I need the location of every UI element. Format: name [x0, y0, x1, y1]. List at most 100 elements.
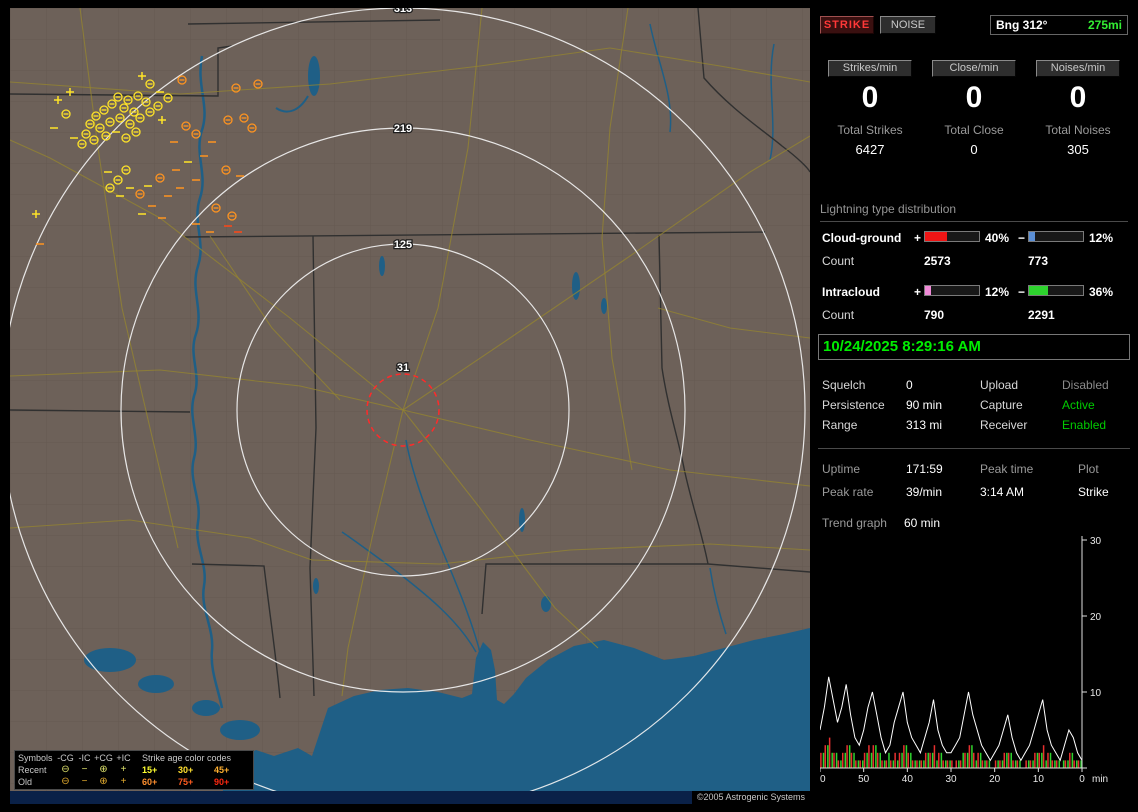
noises-rate-column: Noises/min 0 Total Noises 305: [1026, 60, 1130, 157]
neg-ic-recent-icon: −: [81, 764, 88, 775]
total-noises-value: 305: [1067, 142, 1089, 157]
capture-status: Active: [1062, 398, 1095, 412]
intracloud-row: Intracloud + 12% − 36%: [822, 284, 1128, 300]
peak-rate-label: Peak rate: [822, 485, 874, 499]
status-panel: STRIKE NOISE Bng 312° 275mi Strikes/min …: [818, 8, 1130, 804]
bar-fill: [1029, 286, 1049, 295]
cloud-ground-negative-pct: 12%: [1089, 231, 1114, 245]
trend-graph-row: Trend graph 60 min: [822, 516, 1128, 532]
svg-text:30: 30: [1090, 536, 1102, 547]
persistence-value: 90 min: [906, 398, 943, 412]
peak-time-value: 3:14 AM: [980, 485, 1025, 499]
close-per-min-button[interactable]: Close/min: [932, 60, 1016, 77]
bar-fill: [1029, 232, 1036, 241]
legend-col-neg-ic: -IC: [78, 753, 91, 763]
cloud-ground-label: Cloud-ground: [822, 231, 902, 245]
cloud-ground-negative-bar: [1028, 231, 1084, 242]
range-ring-label: 125: [394, 239, 412, 251]
neg-ic-old-icon: −: [81, 776, 88, 787]
peak-rate-row: Peak rate 39/min 3:14 AM Strike: [822, 485, 1128, 501]
bearing-value: Bng 312°: [996, 18, 1048, 32]
divider: [818, 448, 1130, 449]
alarm-ring-label: 31: [397, 362, 409, 374]
intracloud-positive-bar: [924, 285, 980, 296]
peak-time-label: Peak time: [980, 462, 1034, 476]
age-30: 30+: [178, 765, 194, 775]
distribution-section-title: Lightning type distribution: [820, 202, 1128, 222]
age-75: 75+: [178, 777, 194, 787]
svg-text:20: 20: [1090, 612, 1102, 623]
cloud-ground-positive-pct: 40%: [985, 231, 1010, 245]
map-bottom-bar: [10, 791, 810, 804]
legend-col-neg-cg: -CG: [57, 753, 74, 763]
map-view[interactable]: 313 219 125 31 Symbols -CG -IC +CG +IC Stri…: [10, 8, 810, 804]
capture-label: Capture: [980, 398, 1023, 412]
settings-row-squelch: Squelch 0 Upload Disabled: [822, 378, 1128, 394]
range-value: 313 mi: [906, 418, 943, 432]
strike-indicator-button[interactable]: STRIKE: [820, 16, 874, 34]
trend-window-value: 60 min: [904, 516, 941, 530]
total-close-value: 0: [970, 142, 978, 157]
svg-text:10: 10: [1033, 774, 1045, 785]
noises-per-min-button[interactable]: Noises/min: [1036, 60, 1120, 77]
squelch-label: Squelch: [822, 378, 866, 392]
svg-text:min: min: [1092, 774, 1108, 785]
svg-text:10: 10: [1090, 688, 1102, 699]
cloud-ground-negative-count: 773: [1028, 254, 1049, 268]
total-strikes-label: Total Strikes: [837, 123, 903, 137]
map-canvas: 313 219 125 31: [10, 8, 810, 804]
intracloud-negative-bar: [1028, 285, 1084, 296]
pos-ic-recent-icon: +: [120, 764, 127, 775]
uptime-row: Uptime 171:59 Peak time Plot: [822, 462, 1128, 478]
cloud-ground-positive-count: 2573: [924, 254, 951, 268]
pos-ic-old-icon: +: [120, 776, 127, 787]
noises-per-min-value: 0: [1069, 81, 1087, 114]
upload-status: Disabled: [1062, 378, 1109, 392]
upload-label: Upload: [980, 378, 1019, 392]
intracloud-count-row: Count 790 2291: [822, 308, 1128, 324]
legend-age-header: Strike age color codes: [142, 753, 232, 763]
map-legend: Symbols -CG -IC +CG +IC Strike age color…: [14, 750, 254, 790]
plot-value: Strike: [1078, 485, 1109, 499]
minus-sign: −: [1018, 231, 1026, 245]
receiver-label: Receiver: [980, 418, 1028, 432]
count-label: Count: [822, 308, 855, 322]
svg-text:50: 50: [858, 774, 870, 785]
receiver-status: Enabled: [1062, 418, 1107, 432]
persistence-label: Persistence: [822, 398, 885, 412]
noise-indicator-button[interactable]: NOISE: [880, 16, 936, 34]
bearing-display: Bng 312° 275mi: [990, 15, 1128, 35]
age-15: 15+: [142, 765, 158, 775]
bar-fill: [925, 286, 932, 295]
range-label: Range: [822, 418, 858, 432]
legend-recent-label: Recent: [18, 765, 47, 775]
copyright-text: ©2005 Astrogenic Systems: [691, 791, 810, 804]
plus-sign: +: [914, 285, 922, 299]
intracloud-positive-count: 790: [924, 308, 945, 322]
total-noises-label: Total Noises: [1045, 123, 1111, 137]
svg-text:60: 60: [820, 774, 826, 785]
datetime-display: 10/24/2025 8:29:16 AM: [818, 334, 1130, 360]
neg-cg-old-icon: ⊖: [61, 776, 70, 787]
pos-cg-recent-icon: ⊕: [99, 764, 108, 775]
intracloud-positive-pct: 12%: [985, 285, 1010, 299]
svg-text:0: 0: [1079, 774, 1085, 785]
uptime-label: Uptime: [822, 462, 861, 476]
squelch-value: 0: [906, 378, 913, 392]
age-60: 60+: [142, 777, 158, 787]
plus-sign: +: [914, 231, 922, 245]
intracloud-negative-pct: 36%: [1089, 285, 1114, 299]
uptime-value: 171:59: [906, 462, 943, 476]
cloud-ground-positive-bar: [924, 231, 980, 242]
strikes-per-min-button[interactable]: Strikes/min: [828, 60, 912, 77]
trend-chart: 10 20 30 60 50 40 30 20 10 0 min: [820, 536, 1120, 802]
trend-graph-label: Trend graph: [822, 516, 887, 530]
strikes-per-min-value: 0: [861, 81, 879, 114]
range-ring-label: 313: [394, 8, 412, 15]
close-per-min-value: 0: [965, 81, 983, 114]
legend-col-pos-cg: +CG: [94, 753, 113, 763]
age-90: 90+: [214, 777, 230, 787]
intracloud-negative-count: 2291: [1028, 308, 1055, 322]
range-ring-label: 219: [394, 123, 412, 135]
strikes-rate-column: Strikes/min 0 Total Strikes 6427: [818, 60, 922, 157]
